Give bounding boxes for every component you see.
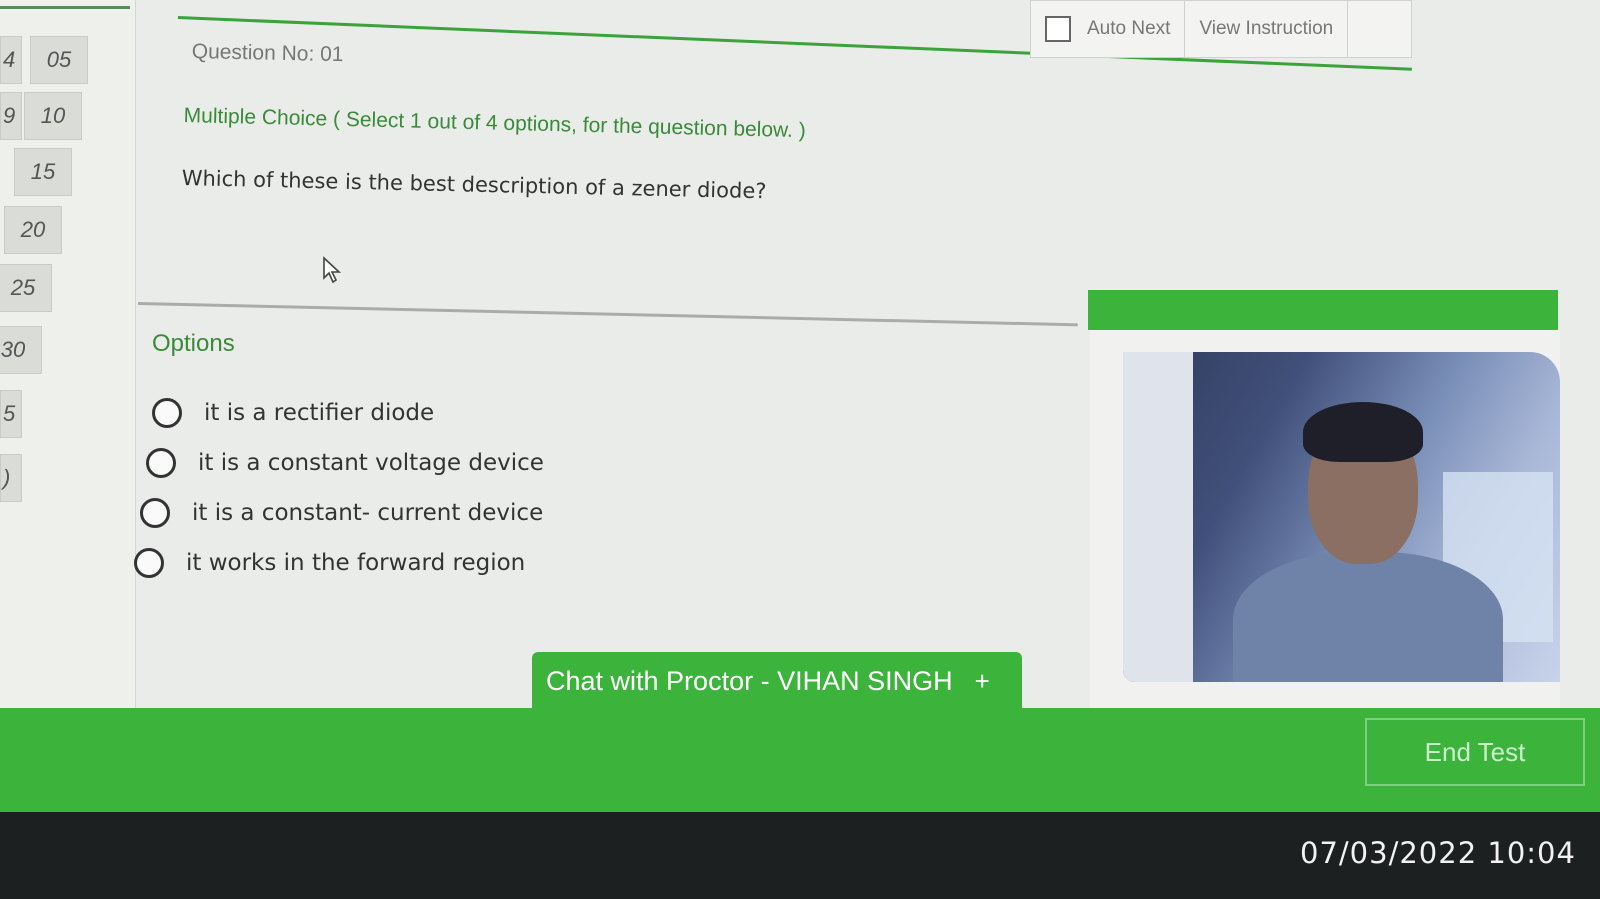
chat-with-proctor-label: Chat with Proctor - VIHAN SINGH — [546, 665, 953, 696]
question-nav-item[interactable]: 4 — [0, 36, 22, 84]
option-4[interactable]: it works in the forward region — [134, 548, 525, 578]
question-nav-item[interactable]: 05 — [30, 36, 88, 84]
question-nav-item[interactable]: 10 — [24, 92, 82, 140]
top-toolbar: Auto Next View Instruction — [1030, 0, 1412, 58]
end-test-button[interactable]: End Test — [1365, 718, 1585, 786]
option-label: it works in the forward region — [186, 550, 526, 576]
end-test-label: End Test — [1424, 736, 1526, 767]
option-radio[interactable] — [134, 548, 164, 578]
question-nav-item[interactable]: ) — [0, 454, 22, 502]
question-nav-item[interactable]: 30 — [0, 326, 42, 374]
view-instruction-label: View Instruction — [1199, 18, 1334, 39]
question-number: Question No: 01 — [191, 40, 344, 67]
photo-timestamp: 07/03/2022 10:04 — [1300, 836, 1576, 870]
expand-plus-icon: + — [974, 665, 990, 696]
auto-next-checkbox[interactable] — [1045, 16, 1071, 42]
webcam-person-hair — [1303, 402, 1423, 462]
option-3[interactable]: it is a constant- current device — [140, 498, 543, 528]
webcam-person-body — [1233, 552, 1503, 682]
question-nav-item[interactable]: 15 — [14, 148, 72, 196]
option-radio[interactable] — [152, 398, 182, 428]
option-label: it is a constant- current device — [192, 500, 544, 526]
auto-next-toggle[interactable]: Auto Next — [1031, 1, 1186, 57]
option-1[interactable]: it is a rectifier diode — [152, 398, 434, 428]
view-instruction-button[interactable]: View Instruction — [1185, 1, 1349, 57]
question-text: Which of these is the best description o… — [181, 166, 767, 204]
webcam-frame-edge — [1123, 352, 1193, 682]
question-nav-item[interactable]: 9 — [0, 92, 22, 140]
question-nav-item[interactable]: 5 — [0, 390, 22, 438]
auto-next-label: Auto Next — [1087, 18, 1171, 39]
option-radio[interactable] — [146, 448, 176, 478]
options-heading: Options — [152, 330, 235, 357]
option-radio[interactable] — [140, 498, 170, 528]
chat-with-proctor-button[interactable]: Chat with Proctor - VIHAN SINGH + — [532, 652, 1022, 710]
option-label: it is a constant voltage device — [198, 450, 544, 476]
webcam-feed — [1123, 352, 1560, 682]
question-nav-item[interactable]: 25 — [0, 264, 52, 312]
question-nav-item[interactable]: 20 — [4, 206, 62, 254]
option-label: it is a rectifier diode — [204, 400, 435, 426]
sidebar-top-border — [0, 6, 130, 9]
question-type-instruction: Multiple Choice ( Select 1 out of 4 opti… — [183, 104, 807, 143]
bottom-action-bar — [0, 708, 1600, 812]
mouse-cursor-icon — [322, 256, 344, 291]
option-2[interactable]: it is a constant voltage device — [146, 448, 544, 478]
webcam-panel-header — [1088, 290, 1558, 330]
question-options-divider — [137, 302, 1078, 327]
question-nav-sidebar: 4 05 9 10 15 20 25 30 5 ) — [0, 0, 136, 715]
